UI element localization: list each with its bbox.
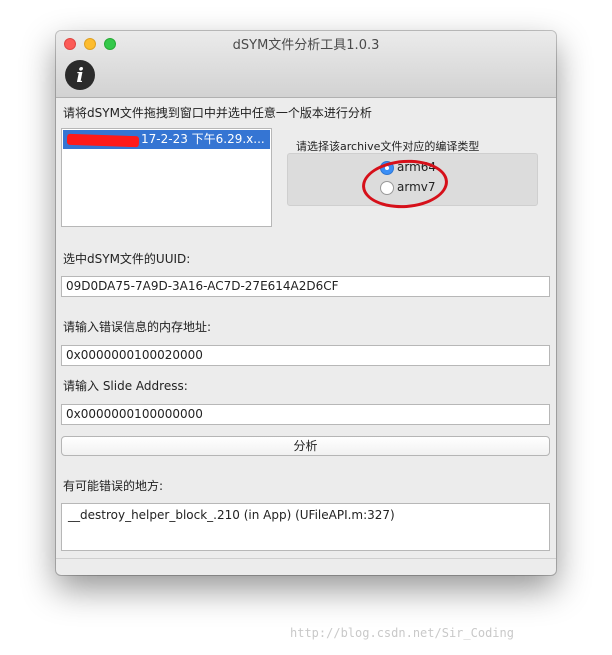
- app-window: dSYM文件分析工具1.0.3 i 请将dSYM文件拖拽到窗口中并选中任意一个版…: [56, 31, 556, 575]
- arch-group-label: 请选择该archive文件对应的编译类型: [296, 140, 480, 153]
- info-icon[interactable]: i: [65, 60, 95, 90]
- list-item-label: 17-2-23 下午6.29.x...: [141, 132, 265, 146]
- redaction-mark: [66, 133, 140, 148]
- memory-address-label: 请输入错误信息的内存地址:: [63, 320, 212, 334]
- slide-address-label: 请输入 Slide Address:: [63, 379, 188, 393]
- result-output[interactable]: __destroy_helper_block_.210 (in App) (UF…: [61, 503, 550, 551]
- info-glyph: i: [76, 63, 84, 87]
- analyze-button[interactable]: 分析: [61, 436, 550, 456]
- window-title: dSYM文件分析工具1.0.3: [232, 38, 380, 53]
- watermark: http://blog.csdn.net/Sir_Coding: [290, 626, 514, 640]
- footer-divider: [56, 558, 556, 559]
- result-label: 有可能错误的地方:: [63, 479, 164, 493]
- titlebar: dSYM文件分析工具1.0.3 i: [56, 31, 556, 98]
- memory-address-input[interactable]: 0x0000000100020000: [61, 345, 550, 366]
- list-item[interactable]: 17-2-23 下午6.29.x...: [63, 130, 270, 149]
- uuid-field[interactable]: 09D0DA75-7A9D-3A16-AC7D-27E614A2D6CF: [61, 276, 550, 297]
- drop-instruction: 请将dSYM文件拖拽到窗口中并选中任意一个版本进行分析: [63, 106, 372, 120]
- slide-address-input[interactable]: 0x0000000100000000: [61, 404, 550, 425]
- dsym-file-list[interactable]: 17-2-23 下午6.29.x...: [61, 128, 272, 227]
- uuid-label: 选中dSYM文件的UUID:: [63, 252, 191, 266]
